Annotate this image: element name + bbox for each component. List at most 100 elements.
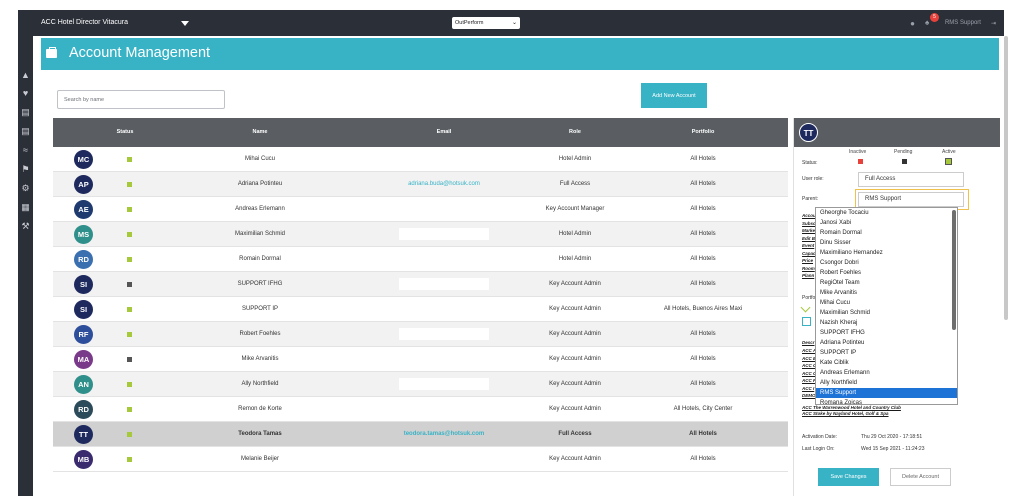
permission-label: Marke [802, 228, 816, 233]
dropdown-option[interactable]: Romana Zoicas [816, 398, 957, 404]
dropdown-option[interactable]: RMS Support [816, 388, 957, 398]
avatar: SI [74, 275, 93, 294]
flag-icon[interactable]: ⚑ [20, 164, 31, 175]
row-email-redacted [399, 228, 489, 240]
status-option-active[interactable] [945, 158, 952, 165]
avatar: MS [74, 225, 93, 244]
home-icon[interactable]: ▲ [20, 70, 31, 81]
permission-label: Event [802, 243, 815, 248]
check-icon [800, 302, 811, 313]
row-portfolio: All Hotels [690, 156, 716, 162]
heart-icon[interactable]: ♥ [20, 88, 31, 99]
col-role[interactable]: Role [569, 118, 581, 147]
col-name[interactable]: Name [253, 118, 268, 147]
bell-icon: ♠ [924, 18, 930, 27]
dropdown-option[interactable]: Ally Northfield [816, 378, 957, 388]
row-email[interactable]: adriana.buda@hotsuk.com [408, 172, 480, 197]
hotel-select[interactable]: ACC Hotel Director Vitacura [41, 14, 191, 32]
hotel-link[interactable]: ACC A [802, 348, 816, 353]
last-login-label: Last Login On: [802, 446, 835, 452]
dropdown-option[interactable]: Mike Arvanitis [816, 288, 957, 298]
dropdown-option[interactable]: Csongor Dobri [816, 258, 957, 268]
user-role-field[interactable]: Full Access [858, 172, 964, 187]
dropdown-option[interactable]: Gheorghe Tocaciu [816, 208, 957, 218]
hotel-link[interactable]: DEMO [802, 393, 816, 398]
hotel-link-stoke[interactable]: ACC Stoke by Nayland Hotel, Golf & Spa [802, 411, 889, 416]
status-option-inactive[interactable] [858, 159, 863, 164]
parent-field[interactable]: RMS Support [858, 192, 964, 207]
bar-chart-alt-icon[interactable]: ▤ [20, 126, 31, 137]
dropdown-option[interactable]: RegiOtel Team [816, 278, 957, 288]
col-status[interactable]: Status [117, 118, 134, 147]
table-row[interactable]: MA Mike Arvanitis Key Account Admin All Hot… [53, 347, 788, 372]
table-row[interactable]: AE Andreas Erlemann Key Account Manager All… [53, 197, 788, 222]
row-email[interactable]: teodora.tamas@hotsuk.com [404, 422, 485, 447]
table-row[interactable]: TT Teodora Tamas teodora.tamas@hotsuk.com F… [53, 422, 788, 447]
col-email[interactable]: Email [437, 118, 452, 147]
table-row[interactable]: SI SUPPORT IFHG Key Account Admin All Hotel… [53, 272, 788, 297]
row-name: Romain Dormal [239, 256, 281, 262]
status-indicator [127, 407, 132, 412]
col-portfolio[interactable]: Portfolio [692, 118, 715, 147]
status-indicator [127, 457, 132, 462]
table-row[interactable]: MC Mihai Cucu Hotel Admin All Hotels [53, 147, 788, 172]
status-indicator [127, 332, 132, 337]
dropdown-option[interactable]: Adriana Potinteu [816, 338, 957, 348]
support-icon[interactable]: ● [910, 19, 915, 28]
sidebar: ▲ ♥ ▤ ▤ ≈ ⚑ ⚙ ▦ ⚒ [18, 10, 33, 496]
notification-button[interactable]: ♠ 5 [924, 13, 939, 28]
table-row[interactable]: RD Romain Dormal Hotel Admin All Hotels [53, 247, 788, 272]
dropdown-option[interactable]: Kate Ciblik [816, 358, 957, 368]
table-row[interactable]: MB Melanie Beijer Key Account Admin All Hot… [53, 447, 788, 472]
delete-account-button[interactable]: Delete Account [890, 468, 951, 486]
table-row[interactable]: RD Remon de Korte Key Account Admin All Hot… [53, 397, 788, 422]
table-row[interactable]: RF Robert Foehles Key Account Admin All Hot… [53, 322, 788, 347]
status-option-pending[interactable] [902, 159, 907, 164]
dropdown-option[interactable]: Janosi Xabi [816, 218, 957, 228]
save-changes-button[interactable]: Save Changes [818, 468, 879, 486]
gear-icon[interactable]: ⚙ [20, 183, 31, 194]
add-new-account-button[interactable]: Add New Account [641, 83, 707, 108]
row-email-redacted [399, 403, 489, 415]
dropdown-option[interactable]: Andreas Erlemann [816, 368, 957, 378]
briefcase-icon [46, 47, 57, 58]
product-select[interactable]: OutPerform ⌄ [452, 17, 520, 29]
dropdown-option[interactable]: Romain Dormal [816, 228, 957, 238]
hotel-link[interactable]: ACC I [802, 386, 814, 391]
dropdown-option[interactable]: Dinu Sisser [816, 238, 957, 248]
row-email-redacted [399, 278, 489, 290]
parent-dropdown[interactable]: Gheorghe Tocaciu Janosi Xabi Romain Dormal… [815, 207, 958, 405]
trend-icon[interactable]: ≈ [20, 145, 31, 156]
table-row[interactable]: AP Adriana Potinteu adriana.buda@hotsuk.co… [53, 172, 788, 197]
status-indicator [127, 357, 132, 362]
wrench-icon[interactable]: ⚒ [20, 221, 31, 232]
dropdown-option[interactable]: SUPPORT IFHG [816, 328, 957, 338]
status-indicator [127, 257, 132, 262]
table-row[interactable]: AN Ally Northfield Key Account Admin All Ho… [53, 372, 788, 397]
bar-chart-icon[interactable]: ▤ [20, 107, 31, 118]
logout-icon[interactable]: ⇥ [991, 20, 996, 27]
dropdown-option[interactable]: Maximilian Schmid [816, 308, 957, 318]
search-input[interactable] [57, 90, 225, 109]
page-scrollbar[interactable] [1004, 36, 1008, 320]
dropdown-scrollbar[interactable] [952, 210, 956, 330]
table-row[interactable]: MS Maximilian Schmid Hotel Admin All Hotels [53, 222, 788, 247]
portfolio-checkbox[interactable] [802, 317, 811, 326]
status-indicator [127, 232, 132, 237]
row-portfolio: All Hotels, Buenos Aires Maxi [663, 306, 743, 312]
dropdown-option[interactable]: SUPPORT IP [816, 348, 957, 358]
permission-label: Accou [802, 213, 816, 218]
permission-label: Capac [802, 250, 816, 256]
table-row[interactable]: SI SUPPORT IP Key Account Admin All Hotels,… [53, 297, 788, 322]
row-name: Mike Arvanitis [241, 356, 279, 362]
dropdown-option[interactable]: Nazish Kheraj [816, 318, 957, 328]
hotel-link-warrenwood[interactable]: ACC The Warrenwood Hotel and Country Clu… [802, 405, 901, 410]
grid-icon[interactable]: ▦ [20, 202, 31, 213]
avatar: AP [74, 175, 93, 194]
dropdown-option[interactable]: Maximiliano Hernandez [816, 248, 957, 258]
dropdown-option[interactable]: Mihai Cucu [816, 298, 957, 308]
legend-active: Active [942, 149, 956, 155]
user-name[interactable]: RMS Support [945, 20, 981, 26]
hotel-link[interactable]: ACC F [802, 378, 816, 383]
dropdown-option[interactable]: Robert Foehles [816, 268, 957, 278]
